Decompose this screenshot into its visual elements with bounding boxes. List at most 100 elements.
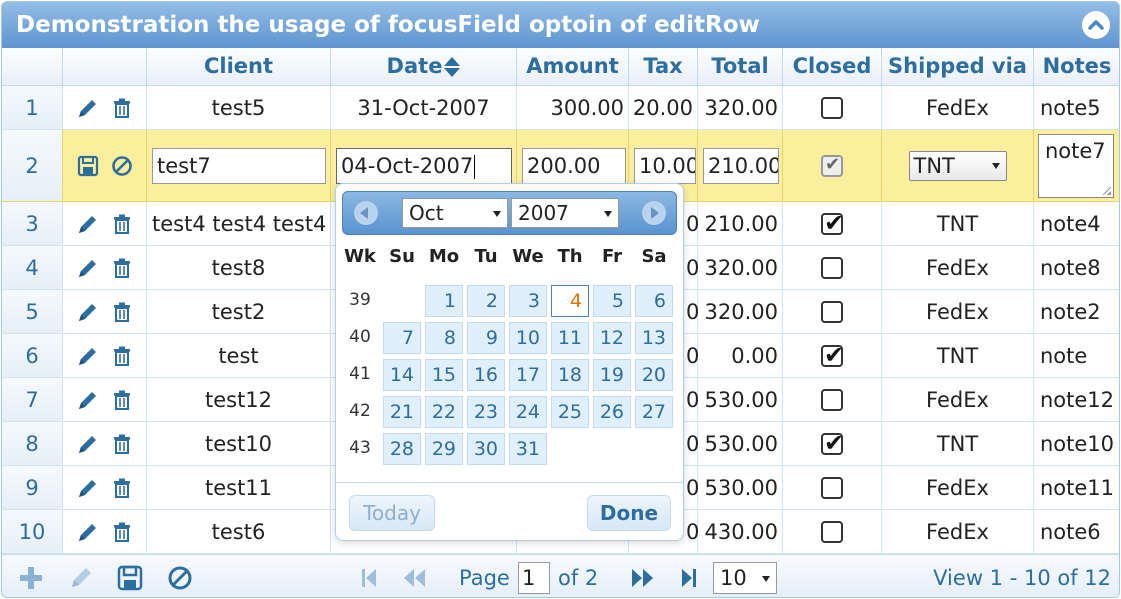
calendar-day[interactable]: 27 bbox=[635, 396, 673, 428]
trash-icon[interactable] bbox=[111, 213, 133, 235]
tax-input[interactable]: 10.00 bbox=[634, 147, 696, 184]
calendar-day[interactable]: 11 bbox=[551, 322, 589, 354]
calendar-day[interactable]: 4 bbox=[551, 285, 589, 317]
prev-page-icon[interactable] bbox=[402, 555, 428, 597]
pencil-icon[interactable] bbox=[77, 301, 99, 323]
cancel-icon[interactable] bbox=[167, 555, 193, 597]
calendar-day[interactable]: 31 bbox=[509, 433, 547, 465]
calendar-day[interactable]: 12 bbox=[593, 322, 631, 354]
sort-icon[interactable] bbox=[444, 56, 461, 78]
calendar-day[interactable]: 5 bbox=[593, 285, 631, 317]
calendar-day[interactable]: 17 bbox=[509, 359, 547, 391]
calendar-day[interactable]: 7 bbox=[383, 322, 421, 354]
calendar-day[interactable]: 1 bbox=[425, 285, 463, 317]
calendar-day[interactable]: 22 bbox=[425, 396, 463, 428]
amount-input[interactable]: 200.00 bbox=[522, 147, 626, 184]
closed-checkbox[interactable] bbox=[821, 256, 843, 279]
trash-icon[interactable] bbox=[111, 345, 133, 367]
calendar-day[interactable]: 14 bbox=[383, 359, 421, 391]
trash-icon[interactable] bbox=[111, 433, 133, 455]
calendar-day[interactable]: 29 bbox=[425, 433, 463, 465]
calendar-day[interactable]: 13 bbox=[635, 322, 673, 354]
calendar-day[interactable]: 19 bbox=[593, 359, 631, 391]
notes-cell: note6 bbox=[1034, 510, 1119, 553]
trash-icon[interactable] bbox=[111, 389, 133, 411]
calendar-day[interactable]: 24 bbox=[509, 396, 547, 428]
header-amount[interactable]: Amount bbox=[517, 48, 629, 86]
trash-icon[interactable] bbox=[111, 477, 133, 499]
shipped-via-select[interactable]: TNT bbox=[908, 150, 1007, 181]
calendar-day[interactable]: 3 bbox=[509, 285, 547, 317]
calendar-day[interactable]: 23 bbox=[467, 396, 505, 428]
pencil-icon[interactable] bbox=[77, 433, 99, 455]
header-closed[interactable]: Closed bbox=[783, 48, 882, 86]
closed-checkbox[interactable] bbox=[821, 520, 843, 543]
done-button[interactable]: Done bbox=[587, 495, 671, 531]
pencil-icon[interactable] bbox=[77, 389, 99, 411]
header-tax[interactable]: Tax bbox=[629, 48, 698, 86]
pencil-icon[interactable] bbox=[77, 345, 99, 367]
next-month-icon[interactable] bbox=[642, 201, 666, 225]
header-date[interactable]: Date bbox=[331, 48, 517, 86]
save-icon[interactable] bbox=[117, 555, 143, 597]
calendar-day[interactable]: 15 bbox=[425, 359, 463, 391]
trash-icon[interactable] bbox=[111, 257, 133, 279]
header-client[interactable]: Client bbox=[147, 48, 331, 86]
calendar-day[interactable]: 28 bbox=[383, 433, 421, 465]
closed-checkbox[interactable] bbox=[821, 341, 844, 369]
closed-checkbox[interactable] bbox=[821, 476, 843, 499]
today-button[interactable]: Today bbox=[349, 495, 435, 531]
pencil-icon[interactable] bbox=[77, 257, 99, 279]
closed-checkbox[interactable] bbox=[821, 209, 844, 237]
last-page-icon[interactable] bbox=[679, 555, 699, 597]
trash-icon[interactable] bbox=[111, 301, 133, 323]
save-icon[interactable] bbox=[77, 155, 99, 177]
calendar-day[interactable]: 30 bbox=[467, 433, 505, 465]
calendar-day[interactable]: 9 bbox=[467, 322, 505, 354]
first-page-icon[interactable] bbox=[360, 555, 380, 597]
calendar-day[interactable]: 16 bbox=[467, 359, 505, 391]
cancel-icon[interactable] bbox=[111, 155, 133, 177]
calendar-day[interactable]: 8 bbox=[425, 322, 463, 354]
total-input[interactable]: 210.00 bbox=[703, 147, 779, 184]
rows-per-page-select[interactable]: 10 bbox=[713, 561, 777, 594]
closed-checkbox[interactable] bbox=[821, 300, 843, 323]
client-cell: test12 bbox=[147, 378, 331, 421]
edit-icon[interactable] bbox=[68, 555, 94, 597]
header-shipped-via[interactable]: Shipped via bbox=[882, 48, 1034, 86]
notes-textarea[interactable]: note7 bbox=[1038, 133, 1114, 198]
calendar-day[interactable]: 26 bbox=[593, 396, 631, 428]
calendar-day[interactable]: 20 bbox=[635, 359, 673, 391]
table-row[interactable]: 1 test5 31-Oct-2007 300.00 20.00 320.00 FedEx n… bbox=[2, 86, 1119, 130]
page-input[interactable]: 1 bbox=[518, 561, 550, 594]
next-page-icon[interactable] bbox=[630, 555, 656, 597]
header-total[interactable]: Total bbox=[698, 48, 783, 86]
calendar-day[interactable]: 6 bbox=[635, 285, 673, 317]
closed-checkbox[interactable] bbox=[821, 154, 843, 177]
add-icon[interactable] bbox=[18, 555, 44, 597]
notes-cell: note11 bbox=[1034, 466, 1119, 509]
calendar-day[interactable]: 18 bbox=[551, 359, 589, 391]
client-input[interactable]: test7 bbox=[152, 147, 326, 184]
calendar-day[interactable]: 25 bbox=[551, 396, 589, 428]
pencil-icon[interactable] bbox=[77, 213, 99, 235]
trash-icon[interactable] bbox=[111, 97, 133, 119]
closed-checkbox[interactable] bbox=[821, 388, 843, 411]
closed-checkbox[interactable] bbox=[821, 429, 844, 457]
row-actions bbox=[63, 510, 147, 553]
calendar-day[interactable]: 10 bbox=[509, 322, 547, 354]
year-select[interactable]: 2007 bbox=[511, 198, 619, 228]
pencil-icon[interactable] bbox=[77, 477, 99, 499]
calendar-day[interactable]: 2 bbox=[467, 285, 505, 317]
pencil-icon[interactable] bbox=[77, 97, 99, 119]
trash-icon[interactable] bbox=[111, 521, 133, 543]
date-input[interactable]: 04-Oct-2007 bbox=[336, 147, 512, 184]
header-notes[interactable]: Notes bbox=[1034, 48, 1119, 86]
circle-chevron-up-icon[interactable] bbox=[1082, 11, 1110, 39]
prev-month-icon[interactable] bbox=[354, 201, 378, 225]
month-select[interactable]: Oct bbox=[402, 198, 508, 228]
pencil-icon[interactable] bbox=[77, 521, 99, 543]
closed-checkbox[interactable] bbox=[821, 96, 843, 119]
shipped-cell: FedEx bbox=[882, 86, 1034, 129]
calendar-day[interactable]: 21 bbox=[383, 396, 421, 428]
